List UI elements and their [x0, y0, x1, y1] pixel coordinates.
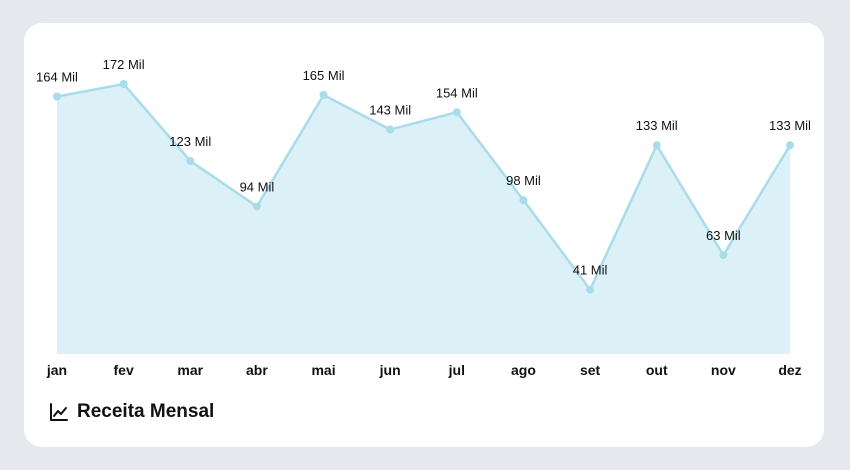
card-footer: Receita Mensal [49, 398, 214, 426]
data-point-dez[interactable] [786, 141, 794, 150]
data-label-jul: 154 Mil [436, 85, 478, 100]
data-point-mar[interactable] [186, 156, 195, 165]
data-label-ago: 98 Mil [506, 173, 541, 188]
x-tick-out: out [646, 362, 668, 378]
x-tick-set: set [580, 362, 601, 378]
x-tick-jul: jul [448, 362, 465, 378]
data-point-jan[interactable] [53, 92, 61, 101]
data-point-abr[interactable] [252, 202, 261, 211]
x-tick-jan: jan [46, 362, 67, 378]
data-label-out: 133 Mil [636, 118, 678, 133]
data-label-jan: 164 Mil [36, 70, 78, 85]
data-point-set[interactable] [586, 285, 595, 294]
x-tick-mai: mai [311, 362, 335, 378]
x-tick-mar: mar [177, 362, 203, 378]
data-point-nov[interactable] [719, 251, 728, 260]
data-point-out[interactable] [652, 141, 661, 150]
data-label-abr: 94 Mil [240, 179, 275, 194]
x-axis-tick-labels: jan fev mar abr mai jun jul ago set out nov dez [46, 362, 802, 378]
data-label-fev: 172 Mil [103, 57, 145, 72]
data-point-jun[interactable] [386, 125, 395, 134]
x-tick-nov: nov [711, 362, 736, 378]
data-label-set: 41 Mil [573, 263, 608, 278]
x-tick-jun: jun [379, 362, 401, 378]
data-point-mai[interactable] [319, 90, 328, 99]
data-label-nov: 63 Mil [706, 228, 741, 243]
x-tick-dez: dez [778, 362, 801, 378]
data-point-jul[interactable] [452, 108, 461, 117]
data-label-dez: 133 Mil [769, 118, 811, 133]
data-label-mai: 165 Mil [303, 68, 345, 83]
data-label-mar: 123 Mil [169, 134, 211, 149]
x-tick-abr: abr [246, 362, 268, 378]
x-tick-fev: fev [114, 362, 134, 378]
card-title: Receita Mensal [77, 401, 215, 422]
area-fill [57, 84, 790, 354]
data-label-jun: 143 Mil [369, 103, 411, 118]
line-chart-icon [49, 402, 69, 422]
data-point-ago[interactable] [519, 196, 528, 205]
data-point-fev[interactable] [119, 80, 128, 88]
x-tick-ago: ago [511, 362, 536, 378]
